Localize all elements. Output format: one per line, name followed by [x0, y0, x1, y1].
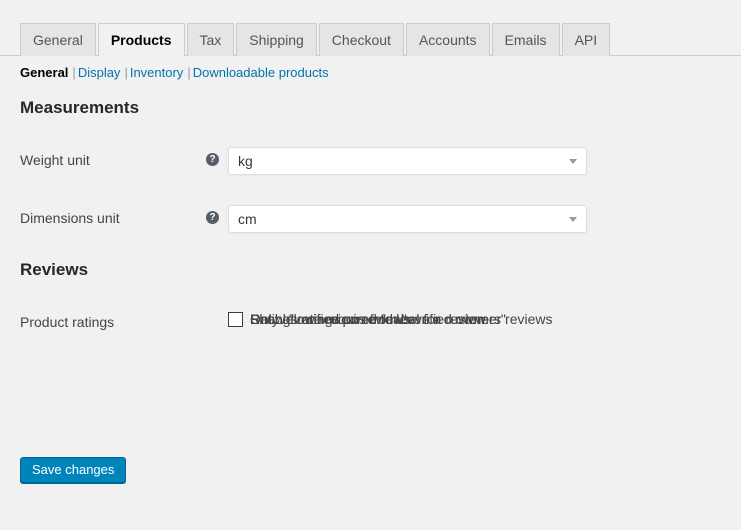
weight-unit-selected-value: kg	[238, 153, 253, 169]
weight-unit-select[interactable]: kg	[228, 147, 587, 175]
products-subnav: General | Display | Inventory | Downloadable p…	[20, 64, 329, 82]
subnav-item-general[interactable]: General	[20, 65, 68, 80]
section-heading-reviews: Reviews	[20, 260, 89, 279]
weight-unit-label: Weight unit	[20, 152, 90, 168]
help-question-icon[interactable]: ?	[206, 153, 219, 166]
checkbox-only-verified-owners[interactable]	[228, 312, 243, 327]
tab-api[interactable]: API	[561, 23, 611, 56]
tab-checkout[interactable]: Checkout	[318, 23, 404, 56]
dimensions-unit-row: Dimensions unit ? cm	[0, 205, 741, 235]
subnav-item-downloadable-products[interactable]: Downloadable products	[193, 65, 329, 80]
subnav-item-inventory[interactable]: Inventory	[130, 65, 183, 80]
subnav-item-display[interactable]: Display	[78, 65, 121, 80]
chevron-down-icon	[569, 217, 577, 222]
tab-tax[interactable]: Tax	[186, 23, 235, 56]
help-question-icon[interactable]: ?	[206, 211, 219, 224]
dimensions-unit-label: Dimensions unit	[20, 210, 120, 226]
checkbox-label-only-verified-owners: Only allow reviews from "verified owners…	[250, 311, 506, 327]
subnav-separator: |	[72, 65, 76, 80]
settings-tab-bar: General Products Tax Shipping Checkout Accoun…	[0, 23, 741, 57]
tab-products[interactable]: Products	[97, 23, 185, 57]
tab-accounts[interactable]: Accounts	[405, 23, 490, 56]
tab-shipping[interactable]: Shipping	[236, 23, 317, 56]
section-heading-measurements: Measurements	[20, 98, 140, 117]
chevron-down-icon	[569, 159, 577, 164]
dimensions-unit-selected-value: cm	[238, 211, 257, 227]
tab-general[interactable]: General	[20, 23, 96, 56]
save-changes-button[interactable]: Save changes	[20, 457, 127, 483]
dimensions-unit-select[interactable]: cm	[228, 205, 587, 233]
weight-unit-row: Weight unit ? kg	[0, 147, 741, 177]
subnav-separator: |	[124, 65, 128, 80]
product-ratings-label: Product ratings	[20, 314, 115, 330]
tab-emails[interactable]: Emails	[491, 23, 560, 56]
subnav-separator: |	[187, 65, 191, 80]
